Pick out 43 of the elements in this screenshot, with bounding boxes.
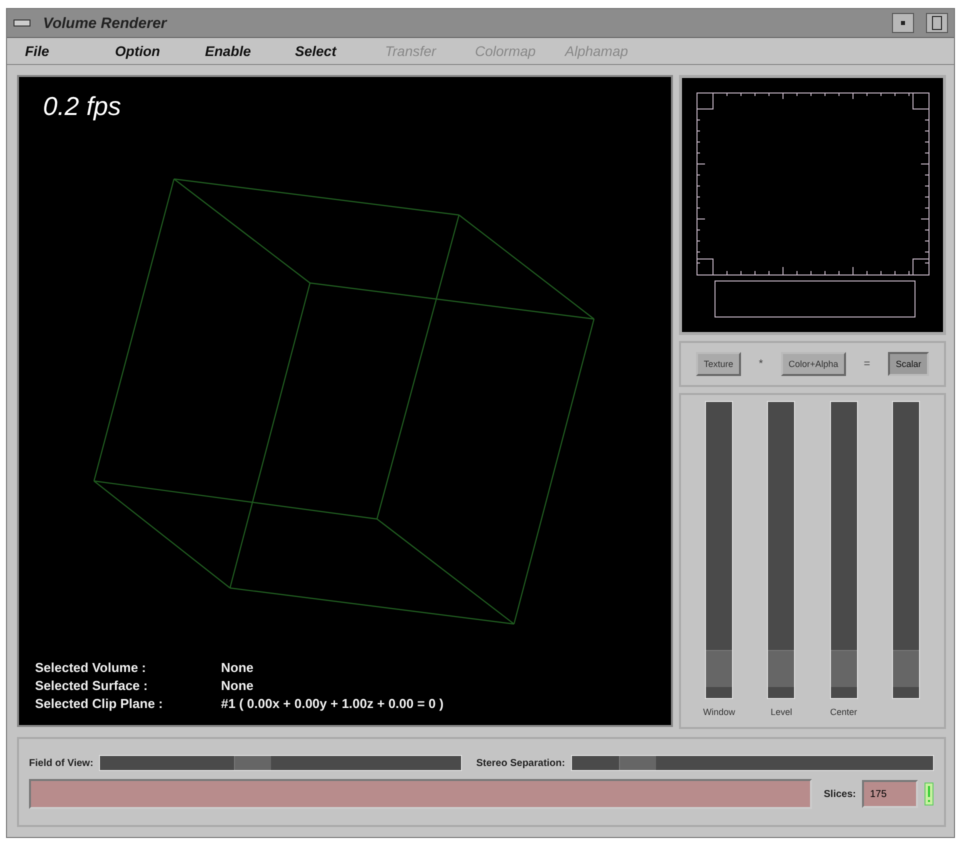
info-label: Selected Surface : xyxy=(35,678,149,693)
mode-button[interactable]: Scalar xyxy=(888,352,930,376)
slider-thumb[interactable] xyxy=(830,650,857,688)
vertical-slider[interactable] xyxy=(892,401,920,699)
horizontal-slider[interactable] xyxy=(99,755,462,771)
slider-thumb[interactable] xyxy=(768,650,794,688)
window-menu-icon[interactable] xyxy=(13,19,31,27)
status-indicator-icon xyxy=(924,782,934,806)
slider-label: Field of View: xyxy=(29,758,94,768)
info-value: None xyxy=(221,678,254,693)
maximize-button[interactable] xyxy=(926,13,948,33)
slider-thumb[interactable] xyxy=(892,650,919,688)
slider-thumb[interactable] xyxy=(234,756,271,770)
menu-item[interactable]: Select xyxy=(287,43,377,59)
vertical-slider[interactable] xyxy=(830,401,858,699)
slider-label: Stereo Separation: xyxy=(476,758,566,768)
info-value: #1 ( 0.00x + 0.00y + 1.00z + 0.00 = 0 ) xyxy=(221,696,445,711)
slices-field[interactable]: 175 xyxy=(862,780,918,808)
minimize-button[interactable] xyxy=(892,13,914,33)
command-field[interactable] xyxy=(29,779,812,809)
vertical-slider[interactable] xyxy=(705,401,734,699)
slider-label: Window xyxy=(703,707,736,719)
square-icon xyxy=(932,16,942,30)
vertical-slider[interactable] xyxy=(767,401,796,699)
menu-item[interactable]: Enable xyxy=(197,43,287,59)
fps-readout: 0.2 fps xyxy=(43,91,122,122)
mode-button[interactable]: Texture xyxy=(696,352,742,376)
slider-thumb[interactable] xyxy=(619,756,656,770)
slider-label: Level xyxy=(770,707,792,719)
slider-label: Center xyxy=(830,707,858,719)
mode-button[interactable]: Color+Alpha xyxy=(780,352,846,376)
operator-sign: * xyxy=(758,358,764,370)
window-title: Volume Renderer xyxy=(43,14,168,32)
menu-item[interactable]: File xyxy=(17,43,107,59)
info-label: Selected Clip Plane : xyxy=(35,696,164,711)
menu-item[interactable]: Option xyxy=(107,43,197,59)
slider-thumb[interactable] xyxy=(706,650,732,688)
info-label: Selected Volume : xyxy=(35,660,148,675)
slices-label: Slices: xyxy=(824,788,856,800)
render-viewport[interactable]: 0.2 fps Selected Volume : None Selected Surface : None Selected Clip Plane : #1 ( 0.00x + 0.00y + 1.00z + 0.00 = 0 ) xyxy=(17,75,673,727)
horizontal-slider[interactable] xyxy=(571,755,934,771)
operator-sign: = xyxy=(864,358,870,370)
info-value: None xyxy=(221,660,254,675)
